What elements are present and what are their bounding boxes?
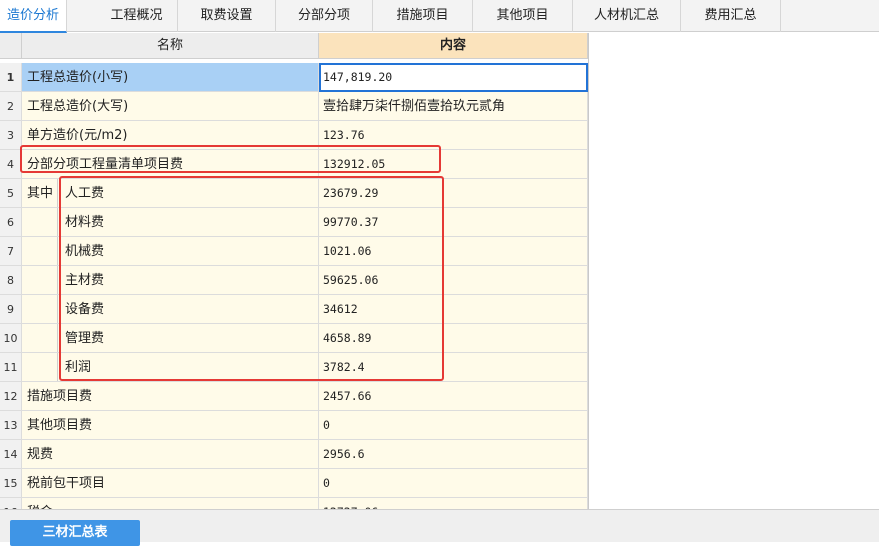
bottom-panel: 三材汇总表	[0, 509, 879, 546]
row-value-cell[interactable]: 12727.06	[319, 498, 588, 509]
row-name-cell[interactable]: 规费	[22, 440, 319, 469]
table-row[interactable]: 2 工程总造价(大写) 壹拾肆万柒仟捌佰壹拾玖元贰角	[0, 92, 588, 121]
table-row[interactable]: 5 其中 人工费 23679.29	[0, 179, 588, 208]
row-name-cell[interactable]: 主材费	[22, 266, 319, 295]
row-value-cell[interactable]: 3782.4	[319, 353, 588, 382]
row-name-cell[interactable]: 机械费	[22, 237, 319, 266]
row-value-cell[interactable]: 4658.89	[319, 324, 588, 353]
table-row[interactable]: 6 材料费 99770.37	[0, 208, 588, 237]
sub-item-label: 管理费	[57, 324, 318, 352]
row-name-cell[interactable]: 其他项目费	[22, 411, 319, 440]
row-number: 2	[0, 92, 22, 121]
sub-item-label: 机械费	[57, 237, 318, 265]
row-name-cell[interactable]: 设备费	[22, 295, 319, 324]
row-number: 6	[0, 208, 22, 237]
row-number: 3	[0, 121, 22, 150]
row-number: 15	[0, 469, 22, 498]
row-value-cell[interactable]: 34612	[319, 295, 588, 324]
row-value-cell[interactable]: 0	[319, 411, 588, 440]
sub-item-label: 人工费	[57, 179, 318, 207]
table-row[interactable]: 14 规费 2956.6	[0, 440, 588, 469]
column-header-content[interactable]: 内容	[319, 33, 588, 59]
table-row[interactable]: 10 管理费 4658.89	[0, 324, 588, 353]
row-number: 9	[0, 295, 22, 324]
row-name-cell[interactable]: 措施项目费	[22, 382, 319, 411]
row-number-header	[0, 33, 22, 59]
tab-other-items[interactable]: 其他项目	[473, 0, 573, 32]
tab-project-overview[interactable]: 工程概况	[96, 0, 178, 32]
row-name-cell[interactable]: 分部分项工程量清单项目费	[22, 150, 319, 179]
table-row[interactable]: 12 措施项目费 2457.66	[0, 382, 588, 411]
row-name-cell[interactable]: 材料费	[22, 208, 319, 237]
three-materials-summary-button[interactable]: 三材汇总表	[10, 520, 140, 546]
row-value-cell[interactable]: 0	[319, 469, 588, 498]
row-value-cell[interactable]: 123.76	[319, 121, 588, 150]
row-name-cell[interactable]: 其中 人工费	[22, 179, 319, 208]
row-name-cell[interactable]: 利润	[22, 353, 319, 382]
row-number: 13	[0, 411, 22, 440]
row-number: 16	[0, 498, 22, 509]
row-value-cell[interactable]: 2956.6	[319, 440, 588, 469]
row-value-cell[interactable]: 2457.66	[319, 382, 588, 411]
cost-analysis-grid: 名称 内容 1 工程总造价(小写) 147,819.20 2 工程总造价(大写)…	[0, 33, 589, 509]
row-name-cell[interactable]: 工程总造价(大写)	[22, 92, 319, 121]
row-value-cell[interactable]: 59625.06	[319, 266, 588, 295]
tab-labor-material-summary[interactable]: 人材机汇总	[573, 0, 681, 32]
sub-item-label: 利润	[57, 353, 318, 381]
row-number: 4	[0, 150, 22, 179]
row-number: 1	[0, 63, 22, 92]
row-value-cell[interactable]: 147,819.20	[319, 63, 588, 92]
tab-fee-summary[interactable]: 费用汇总	[681, 0, 781, 32]
group-label-qizhong: 其中	[27, 186, 54, 201]
row-number: 11	[0, 353, 22, 382]
row-name-cell[interactable]: 税金	[22, 498, 319, 509]
row-number: 7	[0, 237, 22, 266]
table-row[interactable]: 3 单方造价(元/m2) 123.76	[0, 121, 588, 150]
tab-cost-analysis[interactable]: 造价分析	[0, 0, 67, 33]
tab-measure-items[interactable]: 措施项目	[373, 0, 473, 32]
table-row[interactable]: 1 工程总造价(小写) 147,819.20	[0, 63, 588, 92]
sub-item-label: 主材费	[57, 266, 318, 294]
column-header-name[interactable]: 名称	[22, 33, 319, 59]
tab-fee-settings[interactable]: 取费设置	[178, 0, 276, 32]
sub-item-label: 材料费	[57, 208, 318, 236]
table-row[interactable]: 13 其他项目费 0	[0, 411, 588, 440]
sub-item-label: 设备费	[57, 295, 318, 323]
row-name-cell[interactable]: 单方造价(元/m2)	[22, 121, 319, 150]
table-row[interactable]: 4 分部分项工程量清单项目费 132912.05	[0, 150, 588, 179]
table-row[interactable]: 8 主材费 59625.06	[0, 266, 588, 295]
table-row[interactable]: 16 税金 12727.06	[0, 498, 588, 509]
row-number: 5	[0, 179, 22, 208]
table-row[interactable]: 7 机械费 1021.06	[0, 237, 588, 266]
row-name-cell[interactable]: 税前包干项目	[22, 469, 319, 498]
row-name-cell[interactable]: 管理费	[22, 324, 319, 353]
table-row[interactable]: 11 利润 3782.4	[0, 353, 588, 382]
row-name-cell[interactable]: 工程总造价(小写)	[22, 63, 319, 92]
table-row[interactable]: 9 设备费 34612	[0, 295, 588, 324]
row-value-cell[interactable]: 壹拾肆万柒仟捌佰壹拾玖元贰角	[319, 92, 588, 121]
row-value-cell[interactable]: 1021.06	[319, 237, 588, 266]
row-value-cell[interactable]: 23679.29	[319, 179, 588, 208]
row-number: 14	[0, 440, 22, 469]
tab-bar: 造价分析 工程概况 取费设置 分部分项 措施项目 其他项目 人材机汇总 费用汇总	[0, 0, 879, 33]
tab-sub-items[interactable]: 分部分项	[276, 0, 373, 32]
table-row[interactable]: 15 税前包干项目 0	[0, 469, 588, 498]
row-number: 10	[0, 324, 22, 353]
row-number: 8	[0, 266, 22, 295]
row-value-cell[interactable]: 99770.37	[319, 208, 588, 237]
row-value-cell[interactable]: 132912.05	[319, 150, 588, 179]
row-number: 12	[0, 382, 22, 411]
